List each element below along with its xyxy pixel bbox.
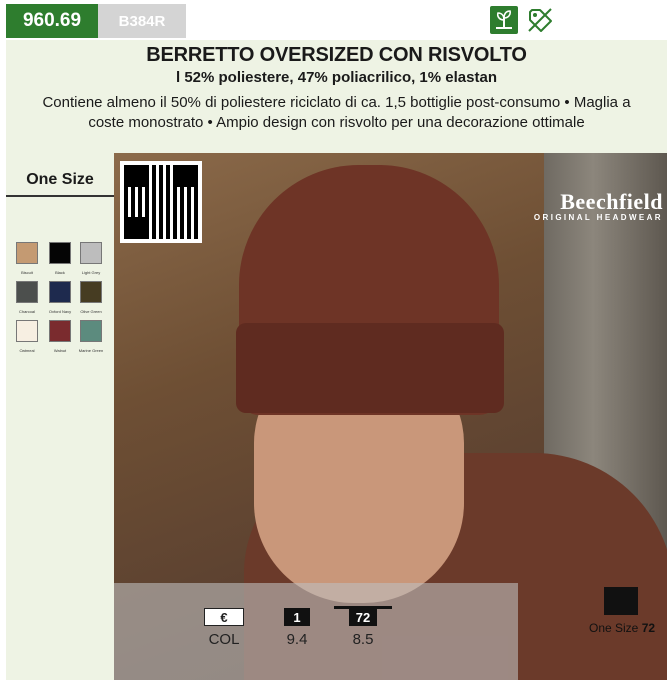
sku-code: B384R — [98, 4, 186, 38]
article-number: 960.69 — [6, 4, 98, 38]
color-swatch-oxford-navy[interactable] — [49, 281, 71, 303]
color-label: Olive Green — [80, 309, 102, 314]
price-panel: € 1 72 COL 9.4 8.5 — [114, 583, 518, 680]
color-swatch-oatmeal[interactable] — [16, 320, 38, 342]
no-label-tag-icon — [526, 6, 554, 34]
qty-72-box: 72 — [349, 608, 377, 626]
color-swatch-walnut[interactable] — [49, 320, 71, 342]
qr-code-pattern — [124, 165, 198, 239]
eco-sprout-icon — [490, 6, 518, 34]
price-qty-1: 9.4 — [286, 631, 308, 648]
color-swatch-biscuit[interactable] — [16, 242, 38, 264]
color-label: Marine Green — [78, 348, 104, 353]
product-description: Contiene almeno il 50% di poliestere ric… — [42, 94, 631, 131]
price-qty-72: 8.5 — [352, 631, 374, 648]
color-label: Light Grey — [81, 270, 101, 275]
color-label: Oatmeal — [19, 348, 35, 353]
currency-box: € — [204, 608, 244, 626]
color-swatch-marine-green[interactable] — [80, 320, 102, 342]
color-swatch-black[interactable] — [49, 242, 71, 264]
top-bar: 960.69 B384R — [0, 0, 667, 40]
currency-label: COL — [208, 631, 240, 648]
packaging-label: One Size 72 — [589, 621, 655, 635]
product-title: BERRETTO OVERSIZED CON RISVOLTO — [146, 44, 527, 66]
packaging-quantity: 72 — [641, 621, 656, 635]
color-swatch-light-grey[interactable] — [80, 242, 102, 264]
brand-logo: Beechfield ORIGINAL HEADWEAR — [518, 189, 663, 222]
size-divider — [6, 195, 114, 197]
qr-code[interactable] — [120, 161, 202, 243]
color-swatch-olive-green[interactable] — [80, 281, 102, 303]
size-label: One Size — [26, 171, 94, 188]
carton-box-icon — [604, 587, 638, 615]
sidebar: One Size Biscuit Black Light Grey Charco… — [6, 153, 114, 680]
packaging-size: One Size — [589, 621, 639, 635]
color-label: Biscuit — [21, 270, 33, 275]
color-label: Charcoal — [18, 309, 35, 314]
brand-tagline: ORIGINAL HEADWEAR — [533, 213, 663, 222]
product-material: l 52% poliestere, 47% poliacrilico, 1% e… — [176, 69, 497, 86]
color-swatch-charcoal[interactable] — [16, 281, 38, 303]
brand-name: Beechfield — [560, 189, 663, 214]
beanie-cuff — [236, 323, 504, 413]
product-header: BERRETTO OVERSIZED CON RISVOLTO l 52% po… — [6, 40, 667, 153]
product-photo: Beechfield ORIGINAL HEADWEAR € 1 72 COL … — [114, 153, 667, 680]
qty-1-box: 1 — [284, 608, 310, 626]
